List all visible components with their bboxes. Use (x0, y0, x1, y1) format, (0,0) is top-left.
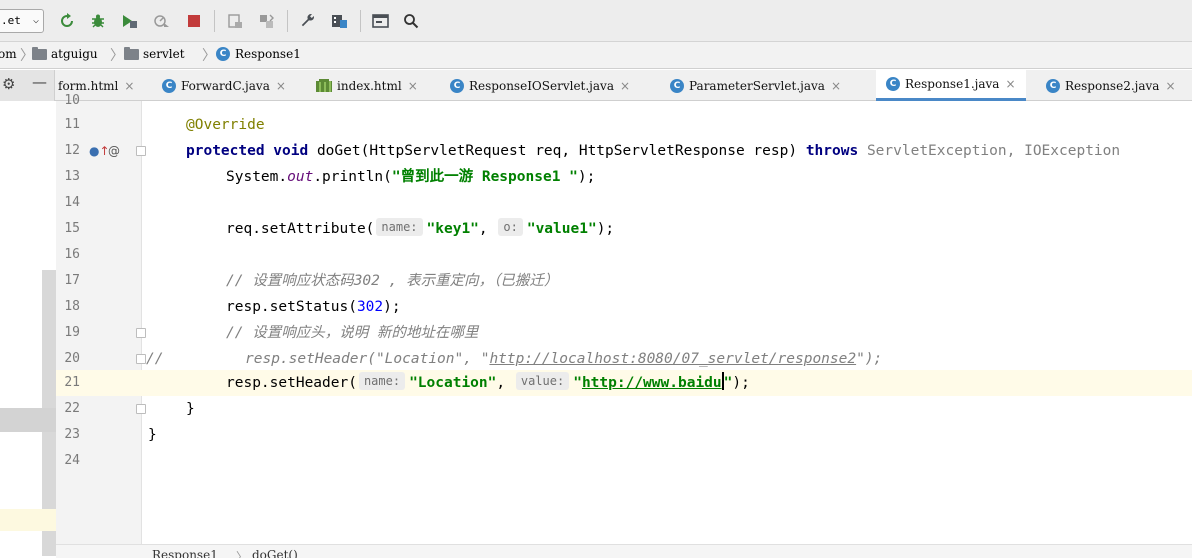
code-line: 18 resp.setStatus(302); (56, 294, 1192, 320)
wrench-icon[interactable] (297, 10, 319, 32)
run-coverage-icon[interactable] (118, 10, 140, 32)
class-icon: C (216, 47, 230, 61)
line-number: 11 (64, 117, 80, 132)
parameter-hint: name: (358, 372, 406, 390)
gear-icon[interactable]: ⚙ (2, 75, 15, 93)
project-structure-icon[interactable] (328, 10, 350, 32)
code-line: 24 (56, 448, 1192, 474)
line-number: 20 (64, 351, 80, 366)
code-text: resp.setStatus(302); (226, 299, 401, 315)
toolbar-separator (360, 10, 361, 32)
overrides-method-icon[interactable]: ●↑ (89, 138, 110, 164)
line-number: 10 (64, 93, 80, 108)
code-line: 23 } (56, 422, 1192, 448)
code-text: } (148, 427, 157, 443)
main-toolbar: .et ⌵ (0, 0, 1192, 42)
code-text[interactable]: resp.setHeader(name: "Location", value: "h… (226, 370, 750, 396)
parameter-hint: o: (498, 218, 523, 236)
code-breadcrumb-method[interactable]: doGet() (252, 548, 298, 558)
folder-icon (32, 46, 47, 60)
line-number: 16 (64, 247, 80, 262)
line-number: 24 (64, 453, 80, 468)
line-number: 14 (64, 195, 80, 210)
breadcrumb-separator: 〉 (202, 48, 216, 64)
code-line: 20 // resp.setHeader("Location", "http:/… (56, 346, 1192, 372)
line-number: 21 (64, 375, 80, 390)
collapse-icon[interactable]: — (32, 73, 47, 91)
navigation-breadcrumb: om 〉 atguigu 〉 servlet 〉 C Response1 (0, 42, 1192, 69)
project-selected-row[interactable] (0, 408, 56, 432)
fold-icon[interactable] (136, 146, 146, 156)
parameter-hint: name: (376, 218, 423, 236)
annotation-icon[interactable]: @ (108, 138, 120, 164)
build-artifact-icon[interactable] (255, 10, 277, 32)
code-comment: // 设置响应头，说明 新的地址在哪里 (226, 325, 479, 341)
code-comment: resp.setHeader("Location", "http://local… (245, 351, 883, 367)
code-line: 17 // 设置响应状态码302 , 表示重定向，（已搬迁） (56, 268, 1192, 294)
code-line: 12 ●↑ @ protected void doGet(HttpServlet… (56, 138, 1192, 164)
run-config-select[interactable]: .et ⌵ (0, 9, 44, 33)
parameter-hint: value: (515, 372, 570, 390)
debug-icon[interactable] (87, 10, 109, 32)
code-line: 22 } (56, 396, 1192, 422)
code-line: 10 (56, 88, 1192, 114)
line-number: 12 (64, 143, 80, 158)
fold-icon[interactable] (136, 404, 146, 414)
code-text: protected void doGet(HttpServletRequest … (186, 143, 1121, 159)
terminal-icon[interactable] (369, 10, 391, 32)
code-line: 14 (56, 190, 1192, 216)
code-line-current: 21 resp.setHeader(name: "Location", value… (56, 370, 1192, 396)
line-number: 23 (64, 427, 80, 442)
project-highlight-row (0, 509, 56, 531)
stop-icon[interactable] (183, 10, 205, 32)
code-comment-marker: // (146, 351, 164, 367)
breadcrumb-item-com[interactable]: om (0, 47, 17, 61)
search-icon[interactable] (400, 10, 422, 32)
code-text: System.out.println("曾到此一游 Response1 "); (226, 169, 596, 185)
rerun-icon[interactable] (56, 10, 78, 32)
code-text: @Override (186, 117, 265, 133)
code-breadcrumb-separator: 〉 (236, 550, 249, 558)
code-line: 11 @Override (56, 112, 1192, 138)
fold-icon[interactable] (136, 328, 146, 338)
code-line: 13 System.out.println("曾到此一游 Response1 "… (56, 164, 1192, 190)
line-number: 17 (64, 273, 80, 288)
breadcrumb-item-atguigu[interactable]: atguigu (32, 46, 98, 61)
code-text: req.setAttribute(name: "key1", o: "value1"… (226, 218, 615, 237)
toolbar-separator (214, 10, 215, 32)
chevron-down-icon: ⌵ (32, 15, 39, 26)
line-number: 22 (64, 401, 80, 416)
breadcrumb-item-response1[interactable]: C Response1 (216, 47, 301, 61)
folder-icon (124, 46, 139, 60)
run-config-label: .et (1, 14, 21, 27)
line-number: 13 (64, 169, 80, 184)
code-line: 16 (56, 242, 1192, 268)
toolbar-separator (287, 10, 288, 32)
project-panel-tools: ⚙ — (0, 70, 55, 101)
breadcrumb-separator: 〉 (110, 48, 124, 64)
profile-icon[interactable] (150, 10, 172, 32)
line-number: 19 (64, 325, 80, 340)
code-comment: // 设置响应状态码302 , 表示重定向，（已搬迁） (226, 273, 559, 289)
code-line: 15 req.setAttribute(name: "key1", o: "valu… (56, 216, 1192, 242)
build-icon[interactable] (224, 10, 246, 32)
line-number: 15 (64, 221, 80, 236)
breadcrumb-item-servlet[interactable]: servlet (124, 46, 185, 61)
fold-icon[interactable] (136, 354, 146, 364)
code-line: 19 // 设置响应头，说明 新的地址在哪里 (56, 320, 1192, 346)
code-breadcrumb: Response1 〉 doGet() (56, 544, 1192, 558)
code-breadcrumb-class[interactable]: Response1 (152, 548, 218, 558)
line-number: 18 (64, 299, 80, 314)
code-text: } (186, 401, 195, 417)
